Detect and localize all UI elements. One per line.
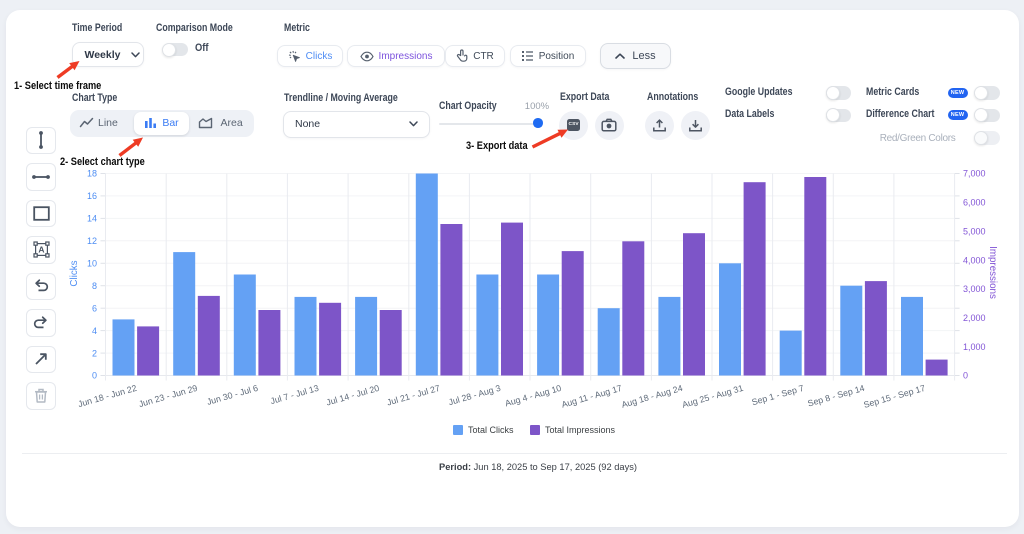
svg-text:A: A [38, 245, 44, 255]
